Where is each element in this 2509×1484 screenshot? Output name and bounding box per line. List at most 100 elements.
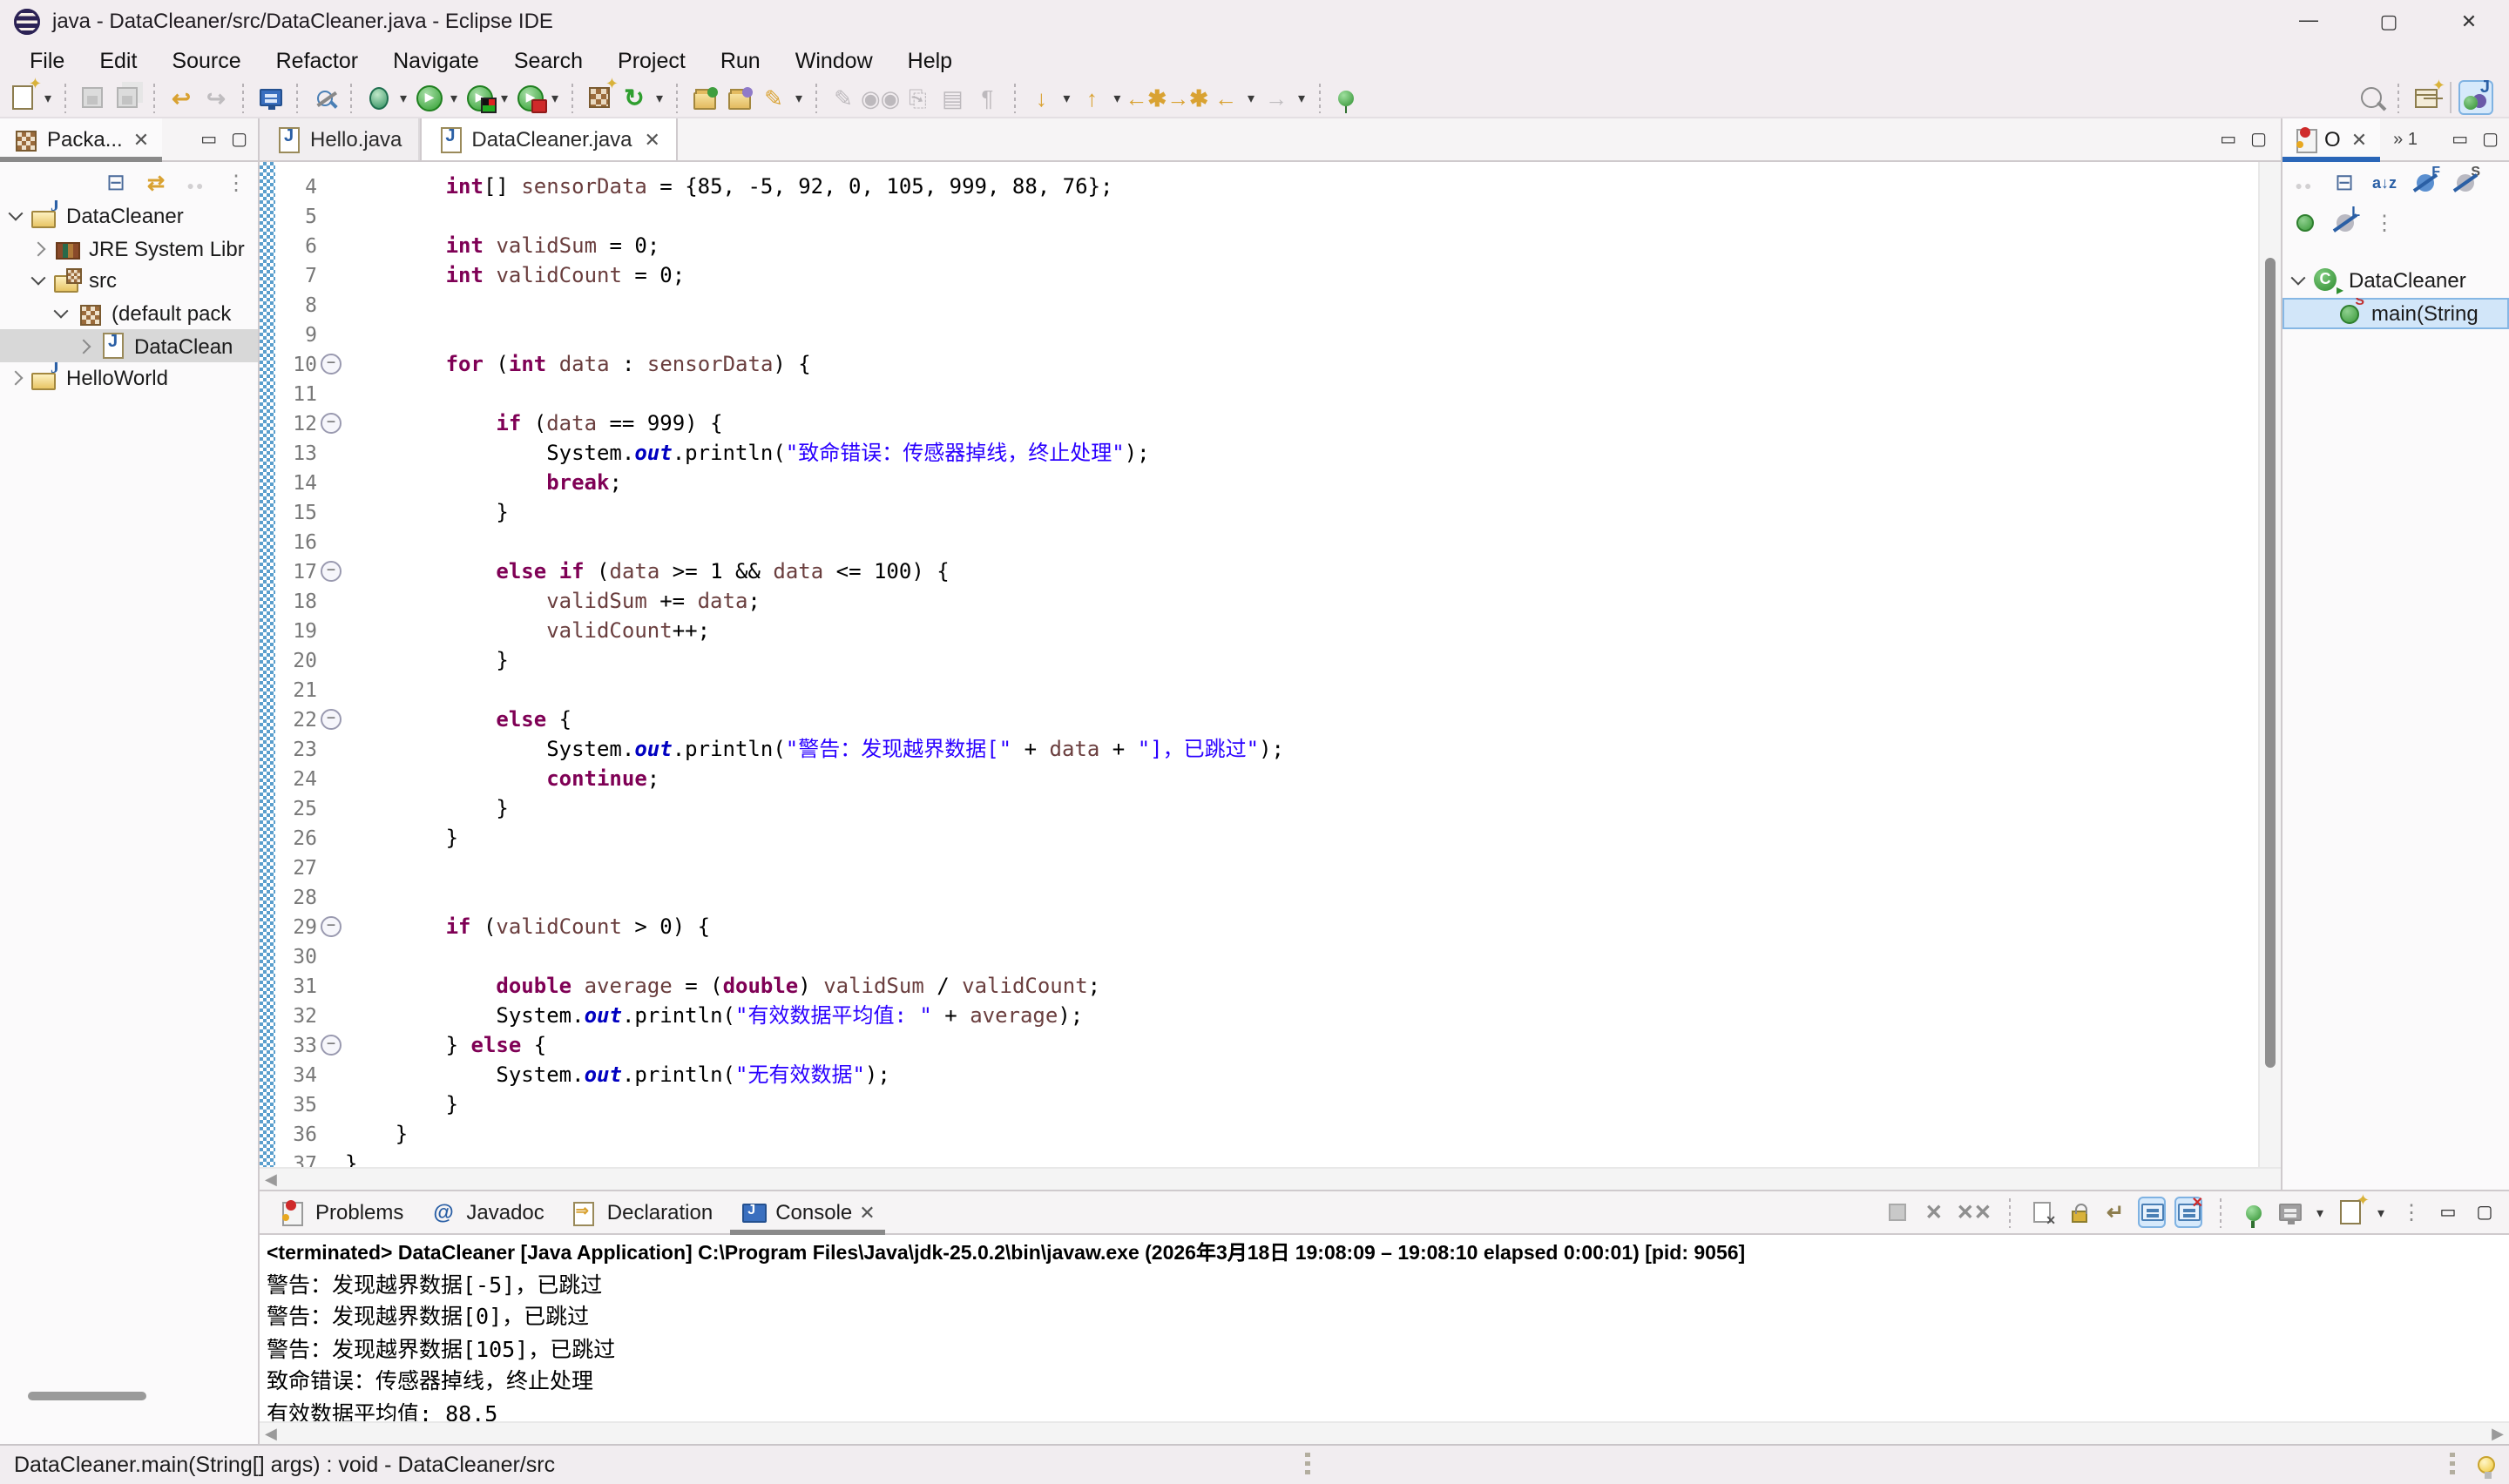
run-dropdown-icon[interactable] bbox=[446, 80, 462, 115]
redo-icon[interactable]: ↪ bbox=[199, 80, 233, 115]
menu-project[interactable]: Project bbox=[602, 44, 701, 76]
editor-vscrollbar[interactable] bbox=[2258, 162, 2281, 1167]
word-wrap-icon[interactable] bbox=[2101, 1197, 2129, 1228]
scroll-right-icon[interactable]: ▶ bbox=[2492, 1424, 2504, 1443]
scroll-lock-icon[interactable] bbox=[2065, 1197, 2093, 1228]
display-console-dropdown-icon[interactable] bbox=[2312, 1195, 2328, 1230]
back-history-icon[interactable]: ← bbox=[1208, 80, 1243, 115]
open-console-icon[interactable] bbox=[2337, 1197, 2364, 1228]
menu-navigate[interactable]: Navigate bbox=[377, 44, 495, 76]
review-icon[interactable]: ▤ bbox=[935, 80, 970, 115]
minimize-view-icon[interactable]: ▭ bbox=[2452, 130, 2468, 149]
maximize-view-icon[interactable]: ▢ bbox=[231, 130, 247, 149]
open-console-icon[interactable] bbox=[253, 80, 287, 115]
close-icon[interactable]: ✕ bbox=[2429, 0, 2509, 42]
new-java-project-icon[interactable] bbox=[582, 80, 617, 115]
show-whitespace-icon[interactable]: ¶ bbox=[970, 80, 1004, 115]
tab-outline[interactable]: O ✕ bbox=[2282, 118, 2379, 160]
vscroll-thumb[interactable] bbox=[2265, 258, 2276, 1068]
save-icon[interactable] bbox=[75, 80, 110, 115]
show-on-stdout-icon[interactable] bbox=[2138, 1197, 2166, 1228]
debug-icon[interactable] bbox=[361, 80, 396, 115]
pkg-item-dataclean[interactable]: DataClean bbox=[0, 330, 258, 362]
menu-edit[interactable]: Edit bbox=[84, 44, 152, 76]
hidden-tabs-indicator[interactable]: 1 bbox=[2393, 130, 2418, 149]
view-menu-icon[interactable] bbox=[2370, 207, 2399, 237]
notification-bulb-icon[interactable] bbox=[2478, 1456, 2495, 1474]
terminate-icon[interactable] bbox=[1883, 1197, 1911, 1228]
update-dropdown-icon[interactable] bbox=[652, 80, 667, 115]
previous-annotation-dropdown-icon[interactable] bbox=[1109, 80, 1125, 115]
update-icon[interactable]: ↻ bbox=[617, 80, 652, 115]
fold-collapse-icon[interactable] bbox=[317, 353, 345, 374]
search-icon[interactable] bbox=[2354, 80, 2389, 115]
display-console-icon[interactable] bbox=[2276, 1197, 2303, 1228]
pkg-item-helloworld[interactable]: HelloWorld bbox=[0, 362, 258, 395]
tab-package-explorer[interactable]: Packa... ✕ bbox=[0, 118, 161, 160]
console-tab-console[interactable]: Console✕ bbox=[727, 1191, 889, 1233]
previous-annotation-icon[interactable]: ↑ bbox=[1074, 80, 1109, 115]
statusbar-handle[interactable] bbox=[1304, 1453, 1311, 1477]
new-wizard-icon[interactable] bbox=[5, 80, 40, 115]
save-all-icon[interactable] bbox=[110, 80, 145, 115]
focus-icon[interactable] bbox=[2289, 167, 2319, 197]
new-dropdown-icon[interactable] bbox=[40, 80, 56, 115]
annotate-icon[interactable]: ✎ bbox=[826, 80, 861, 115]
minimize-view-icon[interactable]: ▭ bbox=[2220, 130, 2236, 149]
remove-all-terminated-icon[interactable]: ✕✕ bbox=[1957, 1197, 1992, 1228]
run-icon[interactable] bbox=[411, 80, 446, 115]
sort-icon[interactable] bbox=[2370, 167, 2399, 197]
highlighter-icon[interactable]: ✎ bbox=[756, 80, 791, 115]
menu-source[interactable]: Source bbox=[156, 44, 256, 76]
package-explorer-hscrollbar[interactable] bbox=[0, 1385, 258, 1406]
clear-console-icon[interactable] bbox=[2028, 1197, 2056, 1228]
remove-launch-icon[interactable]: ✕ bbox=[1920, 1197, 1948, 1228]
close-icon[interactable]: ✕ bbox=[859, 1201, 875, 1224]
pkg-item-src[interactable]: src bbox=[0, 265, 258, 297]
pin-console-icon[interactable] bbox=[2239, 1197, 2267, 1228]
scroll-left-icon[interactable]: ◀ bbox=[265, 1170, 277, 1189]
highlighter-dropdown-icon[interactable] bbox=[791, 80, 807, 115]
open-type-icon[interactable] bbox=[686, 80, 721, 115]
back-history-dropdown-icon[interactable] bbox=[1243, 80, 1259, 115]
maximize-icon[interactable]: ▢ bbox=[2349, 0, 2429, 42]
maximize-view-icon[interactable]: ▢ bbox=[2482, 130, 2499, 149]
menu-refactor[interactable]: Refactor bbox=[260, 44, 375, 76]
open-console-dropdown-icon[interactable] bbox=[2373, 1195, 2389, 1230]
last-edit-back-icon[interactable]: ←✱ bbox=[1125, 80, 1167, 115]
java-perspective-icon[interactable] bbox=[2458, 80, 2493, 115]
debug-dropdown-icon[interactable] bbox=[396, 80, 411, 115]
hide-local-types-icon[interactable] bbox=[2330, 207, 2359, 237]
menu-window[interactable]: Window bbox=[780, 44, 889, 76]
profile-icon[interactable] bbox=[512, 80, 547, 115]
close-icon[interactable]: ✕ bbox=[2351, 128, 2367, 151]
console-tab-declaration[interactable]: Declaration bbox=[558, 1191, 727, 1233]
minimize-view-icon[interactable]: ▭ bbox=[2434, 1197, 2462, 1228]
menu-file[interactable]: File bbox=[14, 44, 80, 76]
maximize-view-icon[interactable]: ▢ bbox=[2471, 1197, 2499, 1228]
undo-icon[interactable]: ↩ bbox=[164, 80, 199, 115]
editor-tab-datacleaner-java[interactable]: DataCleaner.java✕ bbox=[419, 118, 678, 160]
profile-dropdown-icon[interactable] bbox=[547, 80, 563, 115]
menu-help[interactable]: Help bbox=[892, 44, 968, 76]
hide-non-public-icon[interactable] bbox=[2289, 207, 2319, 237]
fold-collapse-icon[interactable] bbox=[317, 708, 345, 729]
outline-item-datacleaner[interactable]: DataCleaner bbox=[2282, 265, 2509, 297]
pkg-item-jre-system-libr[interactable]: JRE System Libr bbox=[0, 233, 258, 265]
next-annotation-icon[interactable]: ↓ bbox=[1024, 80, 1058, 115]
scroll-left-icon[interactable]: ◀ bbox=[265, 1424, 277, 1443]
code-editor[interactable]: 4 int[] sensorData = {85, -5, 92, 0, 105… bbox=[260, 162, 2281, 1167]
hide-fields-icon[interactable] bbox=[2410, 167, 2439, 197]
minimize-view-icon[interactable]: ▭ bbox=[200, 130, 217, 149]
fold-collapse-icon[interactable] bbox=[317, 915, 345, 936]
collapse-all-icon[interactable] bbox=[2330, 167, 2359, 197]
open-resource-icon[interactable] bbox=[721, 80, 756, 115]
statusbar-handle[interactable] bbox=[2450, 1453, 2457, 1477]
menu-search[interactable]: Search bbox=[498, 44, 599, 76]
menu-run[interactable]: Run bbox=[705, 44, 776, 76]
forward-history-dropdown-icon[interactable] bbox=[1294, 80, 1309, 115]
console-tab-javadoc[interactable]: Javadoc bbox=[417, 1191, 558, 1233]
coverage-icon[interactable] bbox=[462, 80, 497, 115]
team-icon[interactable]: ◉◉ bbox=[861, 80, 900, 115]
console-tab-problems[interactable]: Problems bbox=[267, 1191, 417, 1233]
